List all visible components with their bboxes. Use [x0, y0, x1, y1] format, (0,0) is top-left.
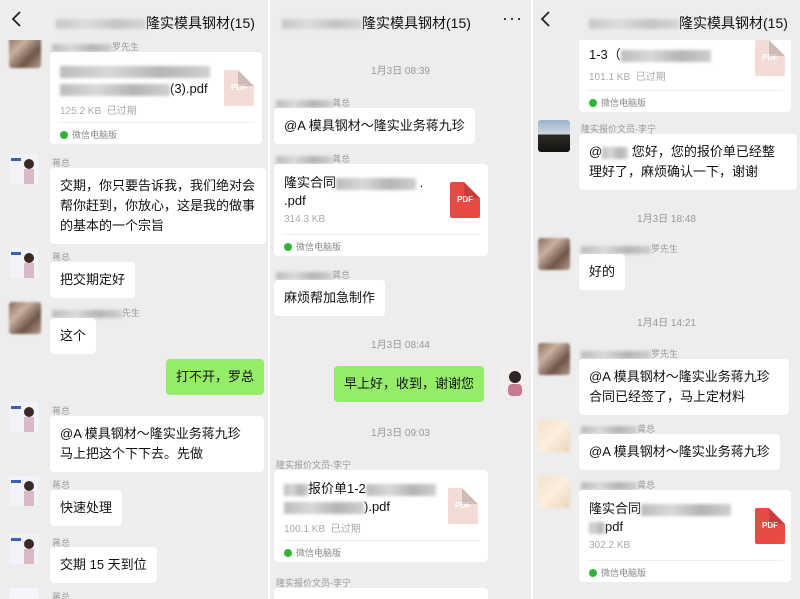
file-name-line2: pdf: [589, 518, 623, 536]
message-bubble[interactable]: 这个: [50, 318, 97, 354]
redacted-name: [282, 19, 362, 30]
file-name: 报价单1-2: [284, 480, 436, 498]
chevron-left-icon[interactable]: [10, 10, 24, 28]
file-name: 隆实合同 .: [284, 175, 424, 190]
file-name-line2: .pdf: [284, 193, 306, 208]
file-source: 微信电脑版: [589, 96, 646, 109]
file-message-card[interactable]: (3).pdf 125.2 KB 已过期 PDF 微信电脑版: [50, 52, 262, 144]
message-bubble[interactable]: @A 模具钢材～隆实业务蒋九珍: [274, 108, 475, 144]
message-bubble[interactable]: 快速处理: [50, 490, 123, 526]
file-message-card[interactable]: 隆实合同 pdf 302.2 KB PDF 微信电脑版: [579, 490, 791, 582]
file-source: 微信电脑版: [60, 128, 117, 141]
avatar[interactable]: [538, 476, 570, 508]
file-size: 125.2 KB 已过期: [60, 106, 137, 117]
file-message-card[interactable]: [274, 588, 488, 599]
file-size: 314.3 KB: [284, 214, 326, 225]
file-name: [60, 62, 210, 80]
timestamp: 1月4日 14:21: [637, 318, 696, 329]
avatar[interactable]: [538, 420, 570, 452]
divider: [58, 122, 254, 123]
avatar[interactable]: [9, 154, 39, 184]
avatar[interactable]: [538, 120, 570, 152]
file-source: 微信电脑版: [284, 240, 341, 253]
timestamp: 1月3日 08:44: [371, 340, 430, 351]
timestamp: 1月3日 08:39: [371, 66, 430, 77]
chat-panel-2: 隆实模具钢材(15) ··· 1月3日 08:39 龚总 @A 模具钢材～隆实业…: [268, 0, 531, 599]
avatar[interactable]: [500, 366, 530, 396]
divider: [587, 560, 783, 561]
chat-panel-3: 1-3（ 101.1 KB 已过期 PDF 微信电脑版 隆实模具钢材(15) 隆…: [531, 0, 800, 599]
chat-title: 隆实模具钢材(15): [282, 13, 471, 33]
chat-header: 隆实模具钢材(15): [533, 0, 800, 40]
divider: [282, 234, 480, 235]
file-source: 微信电脑版: [284, 546, 341, 559]
message-bubble[interactable]: 交期，你只要告诉我，我们绝对会帮你赶到，你放心，这是我的做事的基本的一个宗旨: [50, 168, 266, 244]
self-message-bubble[interactable]: 打不开，罗总: [166, 359, 265, 395]
message-bubble[interactable]: @A 模具钢材～隆实业务蒋九珍: [579, 434, 780, 470]
file-name-line2: ).pdf: [284, 498, 390, 516]
redacted-name: [56, 19, 146, 30]
pdf-file-icon: PDF: [450, 182, 480, 218]
message-bubble[interactable]: @A 模具钢材～隆实业务蒋九珍 马上把这个下下去。先做: [50, 416, 264, 472]
message-bubble[interactable]: 麻烦帮加急制作: [274, 280, 386, 316]
message-bubble[interactable]: @ 您好，您的报价单已经整理好了，麻烦确认一下，谢谢: [579, 134, 797, 190]
pdf-file-icon: PDF: [224, 70, 254, 106]
file-size: 302.2 KB: [589, 540, 631, 551]
redacted-name: [589, 19, 679, 30]
file-source: 微信电脑版: [589, 566, 646, 579]
more-dots-icon[interactable]: ···: [502, 8, 523, 29]
file-name-line2: (3).pdf: [60, 80, 208, 98]
message-bubble[interactable]: 交期 15 天到位: [50, 547, 157, 583]
file-message-card[interactable]: 报价单1-2 ).pdf 100.1 KB 已过期 PDF 微信电脑版: [274, 470, 488, 562]
file-name: 1-3（: [589, 46, 711, 64]
file-message-card[interactable]: 隆实合同 . .pdf 314.3 KB PDF 微信电脑版: [274, 164, 488, 256]
file-message-card[interactable]: 1-3（ 101.1 KB 已过期 PDF 微信电脑版: [579, 28, 791, 112]
message-bubble[interactable]: 把交期定好: [50, 262, 136, 298]
message-bubble[interactable]: 好的: [579, 254, 626, 290]
file-name: 隆实合同: [589, 500, 732, 518]
chat-panel-1: 隆实模具钢材(15) 罗先生 (3).pdf 125.2 KB 已过期 PDF …: [0, 0, 268, 599]
message-bubble[interactable]: @A 模具钢材～隆实业务蒋九珍 合同已经签了，马上定材料: [579, 359, 789, 415]
chat-header: 隆实模具钢材(15): [0, 0, 268, 40]
avatar[interactable]: [9, 302, 41, 334]
timestamp: 1月3日 09:03: [371, 428, 430, 439]
self-message-bubble[interactable]: 早上好，收到，谢谢您: [334, 366, 485, 402]
chat-title: 隆实模具钢材(15): [589, 13, 788, 33]
divider: [587, 90, 783, 91]
avatar[interactable]: [9, 36, 41, 68]
chat-title: 隆实模具钢材(15): [56, 13, 255, 33]
avatar[interactable]: [538, 343, 570, 375]
chevron-left-icon[interactable]: [539, 10, 553, 28]
avatar[interactable]: [9, 248, 39, 278]
avatar[interactable]: [9, 402, 39, 432]
sender-name: 蒋总: [52, 592, 71, 599]
file-size: 100.1 KB 已过期: [284, 524, 361, 535]
timestamp: 1月3日 18:48: [637, 214, 696, 225]
avatar[interactable]: [9, 588, 39, 599]
avatar[interactable]: [9, 476, 39, 506]
file-size: 101.1 KB 已过期: [589, 72, 666, 83]
chat-header: 隆实模具钢材(15) ···: [270, 0, 531, 40]
avatar[interactable]: [9, 534, 39, 564]
pdf-file-icon: PDF: [755, 40, 785, 76]
pdf-file-icon: PDF: [755, 508, 785, 544]
avatar[interactable]: [538, 238, 570, 270]
pdf-file-icon: PDF: [448, 488, 478, 524]
divider: [282, 540, 480, 541]
